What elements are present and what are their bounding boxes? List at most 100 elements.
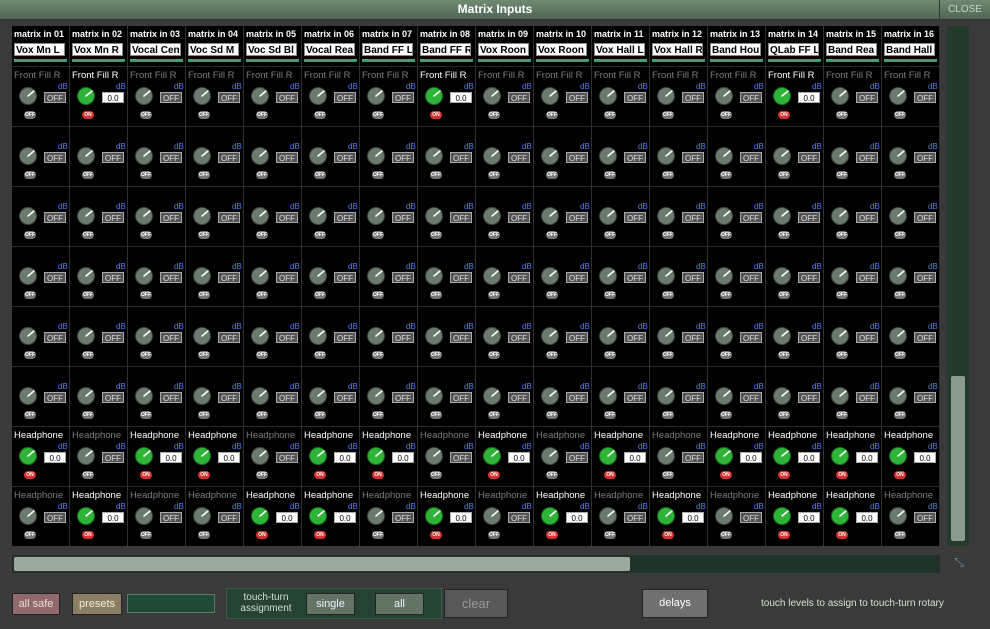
level-value[interactable]: OFF [624, 392, 646, 403]
level-value[interactable]: OFF [392, 152, 414, 163]
level-value[interactable]: OFF [624, 92, 646, 103]
level-value[interactable]: OFF [276, 452, 298, 463]
matrix-cell[interactable]: Headphone dB OFF OFF [592, 486, 649, 546]
level-knob-icon[interactable] [540, 86, 560, 106]
level-knob-icon[interactable] [482, 326, 502, 346]
level-value[interactable]: OFF [276, 152, 298, 163]
matrix-cell[interactable]: dB OFF OFF [12, 246, 69, 306]
level-knob-icon[interactable] [830, 506, 850, 526]
level-knob-icon[interactable] [76, 446, 96, 466]
on-off-toggle[interactable]: OFF [662, 411, 674, 419]
on-off-toggle[interactable]: OFF [430, 471, 442, 479]
on-off-toggle[interactable]: OFF [778, 171, 790, 179]
on-off-toggle[interactable]: OFF [140, 111, 152, 119]
level-knob-icon[interactable] [192, 266, 212, 286]
channel-name-field[interactable]: Vox Roon [536, 43, 587, 56]
matrix-cell[interactable]: Headphone dB 0.0 ON [186, 426, 243, 486]
on-off-toggle[interactable]: OFF [720, 291, 732, 299]
on-off-toggle[interactable]: ON [546, 531, 558, 539]
on-off-toggle[interactable]: ON [372, 471, 384, 479]
level-knob-icon[interactable] [598, 326, 618, 346]
on-off-toggle[interactable]: OFF [372, 351, 384, 359]
level-value[interactable]: 0.0 [798, 92, 820, 103]
on-off-toggle[interactable]: OFF [430, 351, 442, 359]
on-off-toggle[interactable]: OFF [314, 351, 326, 359]
level-value[interactable]: OFF [334, 152, 356, 163]
on-off-toggle[interactable]: OFF [256, 231, 268, 239]
on-off-toggle[interactable]: OFF [372, 411, 384, 419]
level-knob-icon[interactable] [308, 146, 328, 166]
matrix-cell[interactable]: dB OFF OFF [766, 186, 823, 246]
level-value[interactable]: OFF [624, 512, 646, 523]
matrix-cell[interactable]: Headphone dB OFF OFF [12, 486, 69, 546]
level-value[interactable]: 0.0 [450, 92, 472, 103]
level-knob-icon[interactable] [656, 326, 676, 346]
on-off-toggle[interactable]: OFF [836, 111, 848, 119]
level-knob-icon[interactable] [250, 506, 270, 526]
level-knob-icon[interactable] [714, 266, 734, 286]
preset-name-field[interactable] [127, 594, 215, 613]
on-off-toggle[interactable]: OFF [604, 531, 616, 539]
matrix-cell[interactable]: dB OFF OFF [534, 186, 591, 246]
on-off-toggle[interactable]: OFF [82, 171, 94, 179]
matrix-cell[interactable]: dB OFF OFF [476, 246, 533, 306]
level-value[interactable]: OFF [218, 212, 240, 223]
on-off-toggle[interactable]: OFF [546, 231, 558, 239]
matrix-cell[interactable]: dB OFF OFF [824, 186, 881, 246]
level-value[interactable]: OFF [276, 92, 298, 103]
level-knob-icon[interactable] [76, 386, 96, 406]
level-knob-icon[interactable] [192, 506, 212, 526]
level-knob-icon[interactable] [830, 146, 850, 166]
level-value[interactable]: OFF [682, 152, 704, 163]
level-value[interactable]: OFF [450, 272, 472, 283]
on-off-toggle[interactable]: OFF [24, 411, 36, 419]
on-off-toggle[interactable]: ON [24, 471, 36, 479]
level-value[interactable]: OFF [160, 92, 182, 103]
level-value[interactable]: OFF [856, 392, 878, 403]
matrix-cell[interactable]: dB OFF OFF [186, 186, 243, 246]
matrix-cell[interactable]: Headphone dB OFF OFF [650, 426, 707, 486]
level-value[interactable]: OFF [44, 272, 66, 283]
level-knob-icon[interactable] [888, 506, 908, 526]
level-value[interactable]: 0.0 [334, 512, 356, 523]
level-knob-icon[interactable] [656, 506, 676, 526]
on-off-toggle[interactable]: ON [256, 531, 268, 539]
matrix-cell[interactable]: Headphone dB 0.0 ON [302, 486, 359, 546]
on-off-toggle[interactable]: OFF [720, 111, 732, 119]
level-value[interactable]: OFF [334, 332, 356, 343]
level-knob-icon[interactable] [598, 446, 618, 466]
level-value[interactable]: OFF [914, 332, 936, 343]
on-off-toggle[interactable]: OFF [82, 351, 94, 359]
on-off-toggle[interactable]: ON [488, 471, 500, 479]
resize-icon[interactable]: ⤡ [948, 555, 970, 573]
on-off-toggle[interactable]: OFF [720, 231, 732, 239]
level-knob-icon[interactable] [366, 266, 386, 286]
level-value[interactable]: OFF [392, 332, 414, 343]
matrix-cell[interactable]: dB OFF OFF [70, 126, 127, 186]
level-value[interactable]: OFF [798, 212, 820, 223]
level-knob-icon[interactable] [830, 206, 850, 226]
matrix-cell[interactable]: Headphone dB 0.0 ON [360, 426, 417, 486]
matrix-cell[interactable]: Front Fill RdB 0.0 ON [418, 66, 475, 126]
matrix-cell[interactable]: dB OFF OFF [650, 126, 707, 186]
level-value[interactable]: OFF [914, 92, 936, 103]
matrix-cell[interactable]: dB OFF OFF [766, 306, 823, 366]
matrix-cell[interactable]: Front Fill RdB OFF OFF [476, 66, 533, 126]
level-value[interactable]: OFF [392, 92, 414, 103]
matrix-cell[interactable]: dB OFF OFF [186, 306, 243, 366]
level-value[interactable]: OFF [508, 92, 530, 103]
matrix-cell[interactable]: dB OFF OFF [360, 186, 417, 246]
level-value[interactable]: 0.0 [218, 452, 240, 463]
matrix-cell[interactable]: dB OFF OFF [244, 126, 301, 186]
level-value[interactable]: OFF [102, 452, 124, 463]
level-value[interactable]: OFF [740, 212, 762, 223]
level-knob-icon[interactable] [76, 326, 96, 346]
level-knob-icon[interactable] [656, 446, 676, 466]
on-off-toggle[interactable]: OFF [140, 411, 152, 419]
level-value[interactable]: 0.0 [508, 452, 530, 463]
on-off-toggle[interactable]: OFF [836, 291, 848, 299]
level-value[interactable]: OFF [102, 272, 124, 283]
matrix-cell[interactable]: dB OFF OFF [128, 186, 185, 246]
matrix-cell[interactable]: dB OFF OFF [302, 126, 359, 186]
on-off-toggle[interactable]: OFF [314, 411, 326, 419]
